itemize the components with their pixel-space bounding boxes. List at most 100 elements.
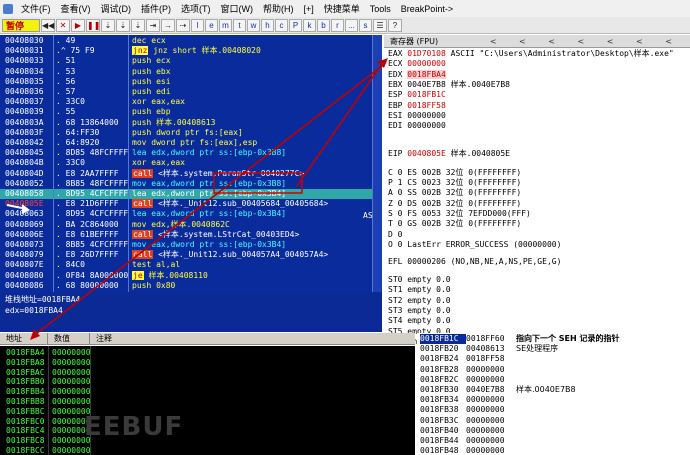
menu-options[interactable]: 选项(T) xyxy=(176,2,216,15)
disasm-row[interactable]: 00408042 . 64:8920 mov dword ptr fs:[eax],… xyxy=(0,138,382,148)
step-into-icon[interactable]: ⇣ xyxy=(101,18,115,32)
register-value[interactable]: 0018FB1C xyxy=(407,90,446,99)
dump-row[interactable]: 0018FBC4 00000000 xyxy=(6,426,91,436)
log-window-button[interactable]: l xyxy=(191,18,204,32)
flag-line[interactable]: S 0 FS 0053 32位 7EFDD000(FFF) xyxy=(388,209,531,219)
menu-tools[interactable]: Tools xyxy=(365,4,396,14)
registers-arrows[interactable]: < < < < < < < xyxy=(490,35,690,47)
dump-row[interactable]: 0018FBB8 00000000 xyxy=(6,397,91,407)
disasm-row[interactable]: 0040805E . E8 21D6FFFF call <样本._Unit12.su… xyxy=(0,199,382,209)
fpu-register[interactable]: ST1 empty 0.0 xyxy=(388,285,451,295)
fpu-register[interactable]: ST4 empty 0.0 xyxy=(388,316,451,326)
flag-line[interactable]: A 0 SS 002B 32位 0(FFFFFFFF) xyxy=(388,188,521,198)
disasm-row[interactable]: 0040804B . 33C0 xor eax,eax xyxy=(0,158,382,168)
stack-row[interactable]: 0018FB44 00000000 xyxy=(420,436,516,446)
flag-line[interactable]: Z 0 DS 002B 32位 0(FFFFFFFF) xyxy=(388,199,521,209)
memory-map-button[interactable]: m xyxy=(219,18,232,32)
disasm-row[interactable]: 00408035 . 56 push esi xyxy=(0,77,382,87)
menu-debug[interactable]: 调试(D) xyxy=(96,2,137,15)
stack-row[interactable]: 0018FB3C 00000000 xyxy=(420,416,516,426)
disasm-row[interactable]: 0040803F . 64:FF30 push dword ptr fs:[eax] xyxy=(0,128,382,138)
dump-row[interactable]: 0018FBBC 00000000 xyxy=(6,407,91,417)
source-button[interactable]: s xyxy=(359,18,372,32)
stack-row[interactable]: 0018FB1C 0018FF60 指向下一个 SEH 记录的指针 xyxy=(420,334,620,345)
dump-col-value[interactable]: 数值 xyxy=(48,333,90,345)
register-edx[interactable]: EDX 0018FBA4 xyxy=(388,69,446,80)
dump-row[interactable]: 0018FBA4 00000000 xyxy=(6,348,91,358)
threads-button[interactable]: t xyxy=(233,18,246,32)
dump-row[interactable]: 0018FBA8 00000000 xyxy=(6,358,91,368)
open-file-icon[interactable]: ◀◀ xyxy=(41,18,55,32)
register-edi[interactable]: EDI 00000000 xyxy=(388,121,446,131)
list-icon[interactable]: ☰ xyxy=(373,18,387,32)
fpu-register[interactable]: ST3 empty 0.0 xyxy=(388,306,451,316)
stack-row[interactable]: 0018FB48 00000000 xyxy=(420,446,516,455)
windows-button[interactable]: w xyxy=(247,18,260,32)
disasm-row[interactable]: 00408039 . 55 push ebp xyxy=(0,107,382,117)
disasm-row[interactable]: 00408058 . 8D95 4CFCFFFF lea edx,dword ptr… xyxy=(0,189,382,200)
register-value[interactable]: 00000000 xyxy=(407,59,446,68)
menu-plus[interactable]: [+] xyxy=(299,4,319,14)
handles-button[interactable]: h xyxy=(261,18,274,32)
fpu-register[interactable]: ST0 empty 0.0 xyxy=(388,275,451,285)
dump-row[interactable]: 0018FBCC 00000000 xyxy=(6,446,91,455)
flag-line[interactable]: T 0 GS 002B 32位 0(FFFFFFFF) xyxy=(388,219,521,229)
disasm-row[interactable]: 00408045 . 8D85 48FCFFFF lea edx,dword ptr… xyxy=(0,148,382,158)
cpu-button[interactable]: c xyxy=(275,18,288,32)
disasm-row[interactable]: 00408086 . 68 80000000 push 0x80 xyxy=(0,281,382,291)
eflags-line[interactable]: EFL 00000206 (NO,NB,NE,A,NS,PE,GE,G) xyxy=(388,257,561,267)
menu-breakpoint[interactable]: BreakPoint-> xyxy=(396,4,458,14)
register-ebp[interactable]: EBP 0018FF58 xyxy=(388,101,446,111)
flag-line[interactable]: P 1 CS 0023 32位 0(FFFFFFFF) xyxy=(388,178,521,188)
fpu-register[interactable]: ST2 empty 0.0 xyxy=(388,296,451,306)
stack-row[interactable]: 0018FB24 0018FF58 xyxy=(420,354,516,364)
trace-into-icon[interactable]: ⇣ xyxy=(131,18,145,32)
register-eax[interactable]: EAX 01D70108 ASCII "C:\Users\Administrat… xyxy=(388,49,674,59)
register-esp[interactable]: ESP 0018FB1C xyxy=(388,90,446,100)
run-trace-button[interactable]: ... xyxy=(345,18,358,32)
flag-line[interactable]: D 0 xyxy=(388,230,402,240)
stack-row[interactable]: 0018FB40 00000000 xyxy=(420,426,516,436)
disasm-row[interactable]: 00408036 . 57 push edi xyxy=(0,87,382,97)
menu-shortcuts[interactable]: 快捷菜单 xyxy=(319,2,365,15)
dump-row[interactable]: 0018FBAC 00000000 xyxy=(6,368,91,378)
register-ebx[interactable]: EBX 0040E7B8 样本.0040E7B8 xyxy=(388,80,510,90)
stack-row[interactable]: 0018FB28 00000000 xyxy=(420,365,516,375)
register-value[interactable]: 0040E7B8 xyxy=(407,80,446,89)
register-eip[interactable]: EIP 0040805E 样本.0040805E xyxy=(388,149,510,159)
disassembly-pane[interactable]: 00408030 . 49 dec ecx 00408031 .^ 75 F9 jnz j… xyxy=(0,35,382,292)
disasm-row[interactable]: 00408069 . BA 2C864000 mov edx,样本.0040862C xyxy=(0,220,382,230)
run-icon[interactable]: ▶ xyxy=(71,18,85,32)
disasm-row[interactable]: 00408034 . 53 push ebx xyxy=(0,67,382,77)
disasm-row[interactable]: 0040806E . E8 61BEFFFF call <样本.system.LSt… xyxy=(0,229,382,240)
disasm-row[interactable]: 00408073 . 8B85 4CFCFFFF mov eax,dword ptr… xyxy=(0,240,382,250)
flag-line[interactable]: O 0 LastErr ERROR_SUCCESS (00000000) xyxy=(388,240,561,250)
menu-file[interactable]: 文件(F) xyxy=(16,2,56,15)
register-value[interactable]: 0040805E xyxy=(407,149,446,158)
stack-row[interactable]: 0018FB34 00000000 xyxy=(420,395,516,405)
disasm-row[interactable]: 00408033 . 51 push ecx xyxy=(0,56,382,66)
register-value[interactable]: 0018FF58 xyxy=(407,101,446,110)
dump-row[interactable]: 0018FBC0 00000000 xyxy=(6,417,91,427)
register-ecx[interactable]: ECX 00000000 xyxy=(388,59,446,69)
call-stack-button[interactable]: k xyxy=(303,18,316,32)
stack-row[interactable]: 0018FB2C 00000000 xyxy=(420,375,516,385)
menu-help[interactable]: 帮助(H) xyxy=(258,2,299,15)
patches-button[interactable]: P xyxy=(289,18,302,32)
register-value[interactable]: 00000000 xyxy=(407,121,446,130)
stack-row[interactable]: 0018FB30 0040E7B8 样本.0040E7B8 xyxy=(420,385,576,395)
menu-window[interactable]: 窗口(W) xyxy=(216,2,259,15)
disasm-row[interactable]: 00408063 . 8D95 4CFCFFFF lea eax,dword ptr… xyxy=(0,209,382,219)
dump-col-address[interactable]: 地址 xyxy=(0,333,48,345)
disasm-row[interactable]: 00408037 . 33C0 xor eax,eax xyxy=(0,97,382,107)
dump-col-comment[interactable]: 注释 xyxy=(90,333,415,345)
dump-row[interactable]: 0018FBB0 00000000 xyxy=(6,377,91,387)
registers-title[interactable]: 寄存器 (FPU) xyxy=(390,35,438,47)
disasm-row[interactable]: 0040803A . 68 13864000 push 样本.00408613 xyxy=(0,118,382,128)
register-value[interactable]: 01D70108 xyxy=(407,49,446,58)
help-icon[interactable]: ? xyxy=(388,18,402,32)
menu-view[interactable]: 查看(V) xyxy=(56,2,96,15)
breakpoints-button[interactable]: b xyxy=(317,18,330,32)
pause-icon[interactable]: ❚❚ xyxy=(86,18,100,32)
disasm-row[interactable]: 0040804D . E8 2AA7FFFF call <样本.system.Par… xyxy=(0,168,382,179)
